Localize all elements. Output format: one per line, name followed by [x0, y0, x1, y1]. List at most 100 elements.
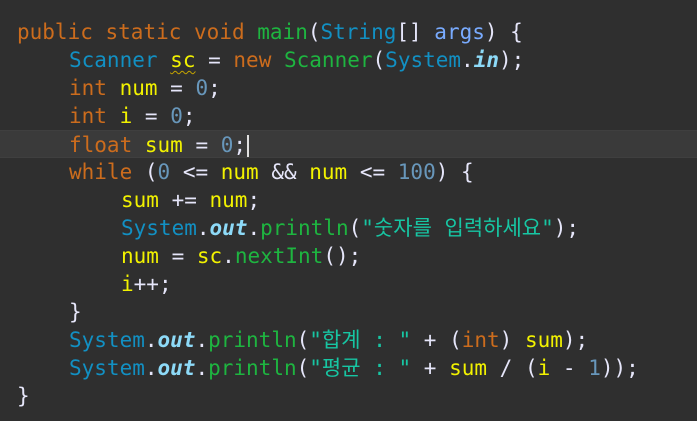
code-token: ( [296, 328, 310, 352]
code-line[interactable]: } [0, 382, 697, 410]
code-line[interactable]: Scanner sc = new Scanner(System.in); [0, 46, 697, 74]
code-token: . [196, 216, 210, 240]
code-line[interactable]: num = sc.nextInt(); [0, 242, 697, 270]
code-token: <= [347, 160, 398, 184]
code-token: num [220, 160, 259, 184]
code-token: ; [233, 133, 247, 157]
code-line[interactable]: System.out.println("합계 : " + (int) sum); [0, 326, 697, 354]
code-token: . [195, 328, 209, 352]
code-token: } [69, 300, 82, 324]
code-token: )); [600, 356, 639, 380]
code-line[interactable]: sum += num; [0, 186, 697, 214]
code-text: int i = 0; [69, 102, 196, 130]
code-text: System.out.println("숫자를 입력하세요"); [121, 214, 579, 242]
code-token: . [195, 356, 209, 380]
code-token: static [105, 20, 182, 44]
code-token: println [208, 328, 297, 352]
code-editor[interactable]: public static void main(String[] args) {… [0, 0, 697, 421]
code-text: System.out.println("합계 : " + (int) sum); [69, 326, 588, 354]
code-token: sum [144, 133, 183, 157]
code-token: ) { [435, 160, 474, 184]
code-token: } [17, 384, 30, 408]
code-token: - [550, 356, 589, 380]
code-text: while (0 <= num && num <= 100) { [69, 158, 474, 186]
code-token: int [69, 104, 107, 128]
code-token: Scanner [284, 48, 373, 72]
code-text: public static void main(String[] args) { [17, 18, 523, 46]
code-line[interactable]: } [0, 298, 697, 326]
code-token: && [258, 160, 310, 184]
code-token: println [208, 356, 297, 380]
code-token: num [309, 160, 348, 184]
code-token: 0 [170, 104, 183, 128]
code-token: ++; [133, 272, 172, 296]
code-token: += [158, 188, 210, 212]
code-text: Scanner sc = new Scanner(System.in); [69, 46, 524, 74]
code-token: new [233, 48, 272, 72]
code-token: . [144, 356, 158, 380]
code-text: } [17, 382, 30, 410]
code-token: ( [132, 160, 158, 184]
code-token: . [222, 244, 235, 268]
code-token: 0 [220, 133, 234, 157]
code-token: sum [121, 188, 159, 212]
code-token: = [195, 48, 234, 72]
code-token: System [69, 328, 145, 352]
code-token: "합계 : " [309, 328, 412, 352]
code-token: args [434, 20, 485, 44]
code-line[interactable]: int num = 0; [0, 74, 697, 102]
code-token: ; [208, 76, 221, 100]
code-token: 1 [588, 356, 601, 380]
code-line[interactable]: System.out.println("평균 : " + sum / (i - … [0, 354, 697, 382]
code-line[interactable]: public static void main(String[] args) { [0, 18, 697, 46]
code-token: = [157, 76, 196, 100]
code-text: System.out.println("평균 : " + sum / (i - … [69, 354, 639, 382]
code-line[interactable]: System.out.println("숫자를 입력하세요"); [0, 214, 697, 242]
code-text: int num = 0; [69, 74, 221, 102]
code-token: num [121, 244, 159, 268]
code-token: num [119, 76, 158, 100]
code-token: ( [296, 356, 310, 380]
code-line[interactable]: float sum = 0; [0, 130, 697, 158]
code-token: sc [196, 244, 223, 268]
code-token: float [69, 133, 133, 157]
code-token: . [144, 328, 158, 352]
code-token: ) [499, 328, 525, 352]
code-token: num [209, 188, 248, 212]
code-token: println [260, 216, 349, 240]
code-token: + ( [411, 328, 462, 352]
code-token: = [182, 133, 221, 157]
code-token: while [69, 160, 133, 184]
code-token: + [411, 356, 450, 380]
code-token: <= [170, 160, 221, 184]
code-token: "평균 : " [309, 356, 412, 380]
code-line[interactable]: int i = 0; [0, 102, 697, 130]
code-token: out [157, 328, 196, 352]
code-token: int [69, 76, 107, 100]
code-token: int [461, 328, 500, 352]
code-token: String [320, 20, 397, 44]
code-token: . [461, 48, 474, 72]
code-token: System [121, 216, 197, 240]
code-token: void [194, 20, 245, 44]
code-token: System [69, 356, 145, 380]
code-text: float sum = 0; [69, 131, 249, 159]
code-token: 0 [157, 160, 171, 184]
code-token: ( [307, 20, 321, 44]
code-token: 100 [397, 160, 436, 184]
code-line[interactable]: i++; [0, 270, 697, 298]
code-token: ; [182, 104, 196, 128]
code-token: ( [348, 216, 362, 240]
text-caret [247, 135, 249, 157]
code-token: [] [396, 20, 435, 44]
code-token: ( [372, 48, 386, 72]
code-token: ); [498, 48, 525, 72]
code-line[interactable]: while (0 <= num && num <= 100) { [0, 158, 697, 186]
